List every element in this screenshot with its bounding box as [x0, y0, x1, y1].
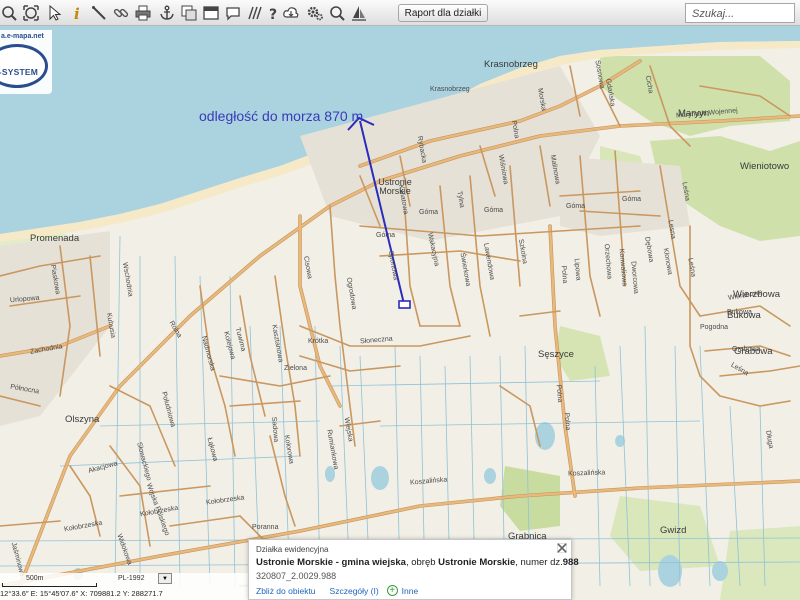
street-label: Zielona: [284, 365, 307, 372]
place-label: Gwizd: [660, 525, 687, 536]
parcel-obreb-prefix: , obręb: [405, 557, 439, 568]
select-arrow-icon[interactable]: [46, 4, 64, 22]
globe-emblem-icon: [0, 44, 48, 88]
settings-icon[interactable]: [306, 4, 324, 22]
parcel-info-popup: Działka ewidencyjna Ustronie Morskie - g…: [248, 539, 579, 600]
search-input[interactable]: [686, 5, 794, 23]
zoom-in-icon[interactable]: [0, 4, 18, 22]
place-label: Promenada: [30, 233, 80, 244]
svg-text:i: i: [74, 5, 80, 21]
print-icon[interactable]: [134, 4, 152, 22]
street-label: Krótka: [308, 338, 329, 345]
parcel-code: 320807_2.0029.988: [256, 571, 337, 581]
details-link[interactable]: Szczegóły (I): [330, 586, 379, 596]
street-label: Bukowa: [727, 309, 752, 316]
info-icon[interactable]: i: [68, 4, 86, 22]
scale-bar: [2, 583, 97, 587]
cloud-download-icon[interactable]: [282, 4, 300, 22]
report-button[interactable]: Raport dla działki: [398, 4, 488, 22]
plus-icon[interactable]: +: [386, 585, 398, 596]
street-label: Polna: [559, 265, 569, 284]
close-icon[interactable]: [557, 543, 567, 553]
parcel-number: 988: [562, 557, 579, 568]
logo-name: O-SYSTEM: [0, 67, 38, 77]
e-mapa-logo[interactable]: a.e-mapa.net O-SYSTEM: [0, 30, 52, 94]
street-label: Koszalińska: [567, 469, 606, 478]
street-label: Krasnobrzeg: [430, 86, 470, 93]
zoom-to-object-link[interactable]: Zbliż do obiektu: [256, 586, 316, 596]
popup-title: Działka ewidencyjna: [256, 545, 329, 554]
other-link[interactable]: Inne: [402, 586, 419, 596]
help-icon[interactable]: ?: [264, 4, 282, 22]
street-label: Polna: [562, 412, 572, 431]
toolbar: i ? Raport dla działki Szukaj...: [0, 0, 800, 26]
anchor-icon[interactable]: [158, 4, 176, 22]
measure-ruler-icon[interactable]: [90, 4, 108, 22]
link-icon[interactable]: [112, 4, 130, 22]
street-label: Góma: [419, 209, 439, 216]
search-map-icon[interactable]: [328, 4, 346, 22]
map-application: i ? Raport dla działki Szukaj... Krasnob…: [0, 0, 800, 600]
projection-label: PL-1992: [118, 575, 145, 582]
place-label: Wieniotowo: [740, 161, 790, 172]
scale-label: 500m: [26, 575, 44, 582]
street-label: Góma: [566, 203, 586, 210]
logo-url: a.e-mapa.net: [1, 33, 44, 40]
street-label: Pogodna: [700, 324, 729, 331]
place-label: Sęszyce: [538, 349, 574, 360]
status-bar: 500m PL-1992 ▼ 12°33.6″ E: 15°45′07.6″ X…: [0, 573, 248, 600]
street-label: Polna: [554, 384, 564, 403]
place-label: Olszyna: [65, 414, 100, 425]
full-extent-icon[interactable]: [22, 4, 40, 22]
comment-icon[interactable]: [224, 4, 242, 22]
projection-dropdown[interactable]: ▼: [158, 573, 172, 584]
street-label: Góma: [484, 207, 504, 214]
street-label: Poranna: [252, 524, 279, 531]
street-label: Grabowa: [732, 346, 761, 353]
street-label: Góma: [622, 196, 642, 203]
parcel-number-prefix: , numer dz.: [515, 557, 563, 568]
street-label: Góma: [376, 232, 396, 239]
parcel-place: Ustronie Morskie - gmina wiejska: [256, 557, 406, 568]
place-label: Ustronie Morskie: [378, 177, 412, 196]
popup-links: Zbliż do obiektu Szczegóły (I) + Inne: [256, 585, 418, 596]
svg-text:?: ?: [269, 7, 277, 21]
coordinates-readout: 12°33.6″ E: 15°45′07.6″ X: 709881.2 Y: 2…: [0, 589, 163, 598]
place-label: Krasnobrzeg: [484, 59, 538, 70]
sail-icon[interactable]: [350, 4, 368, 22]
distance-label: odległość do morza 870 m: [199, 108, 364, 124]
search-field[interactable]: [685, 3, 795, 23]
map-view[interactable]: Krasnobrzeg Ustronie Morskie Wieniotowo …: [0, 26, 800, 600]
hatch-icon[interactable]: [246, 4, 264, 22]
window-layout-icon[interactable]: [202, 4, 220, 22]
parcel-obreb: Ustronie Morskie: [438, 557, 516, 568]
layers-icon[interactable]: [180, 4, 198, 22]
parcel-description: Ustronie Morskie - gmina wiejska, obręb …: [256, 557, 579, 568]
